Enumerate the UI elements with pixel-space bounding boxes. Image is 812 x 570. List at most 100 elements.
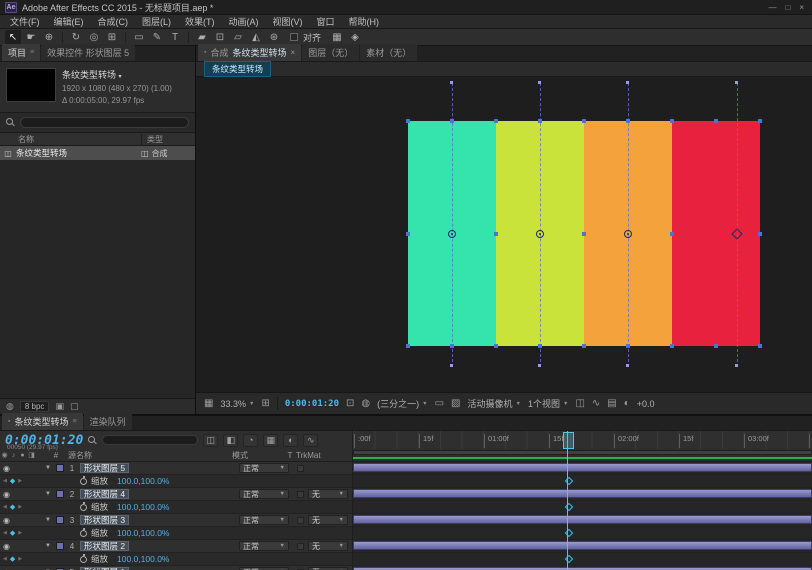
- prev-keyframe-arrow[interactable]: ◀: [3, 478, 7, 484]
- selection-handle[interactable]: [670, 231, 674, 236]
- layer-name[interactable]: 形状图层 2: [80, 541, 130, 551]
- mode-dropdown[interactable]: 正常▼: [239, 515, 289, 525]
- camera-view-dropdown[interactable]: 活动摄像机 ▼: [468, 397, 521, 410]
- exposure-value[interactable]: +0.0: [637, 399, 655, 409]
- viewer-timecode[interactable]: 0:00:01:20: [285, 399, 339, 409]
- mode-column-header[interactable]: 模式: [226, 450, 284, 461]
- twirl-icon[interactable]: ▼: [42, 488, 54, 500]
- tab-effect-controls[interactable]: 效果控件 形状图层 5: [41, 44, 136, 61]
- next-keyframe-arrow[interactable]: ▶: [18, 478, 22, 484]
- visibility-eye-icon[interactable]: ◉: [3, 490, 10, 499]
- preserve-transparency-checkbox[interactable]: [296, 490, 304, 498]
- trkmat-column-header[interactable]: TrkMat: [296, 451, 342, 460]
- property-value[interactable]: 100.0,100.0%: [117, 528, 169, 538]
- tab-close-icon[interactable]: ×: [291, 48, 296, 57]
- project-search-input[interactable]: [20, 117, 189, 128]
- selection-handle[interactable]: [758, 231, 762, 236]
- graph-editor-button[interactable]: ∿: [303, 433, 319, 447]
- comp-name[interactable]: 条纹类型转场 ▾: [62, 68, 172, 81]
- menu-view[interactable]: 视图(V): [266, 15, 310, 28]
- property-row[interactable]: ◀ ◆ ▶ 缩放 100.0,100.0%: [0, 501, 812, 514]
- selection-handle[interactable]: [758, 119, 762, 123]
- eraser-tool-icon[interactable]: ▱: [230, 30, 246, 44]
- selection-handle[interactable]: [582, 231, 586, 236]
- property-value[interactable]: 100.0,100.0%: [117, 476, 169, 486]
- preserve-transparency-checkbox[interactable]: [296, 542, 304, 550]
- twirl-icon[interactable]: ▼: [42, 462, 54, 474]
- source-name-column-header[interactable]: 源名称: [68, 450, 176, 461]
- prev-keyframe-arrow[interactable]: ◀: [3, 556, 7, 562]
- stopwatch-icon[interactable]: [80, 501, 87, 511]
- menu-help[interactable]: 帮助(H): [342, 15, 387, 28]
- layer-duration-bar[interactable]: [353, 515, 812, 524]
- zoom-tool-icon[interactable]: ⊕: [41, 30, 57, 44]
- visibility-eye-icon[interactable]: ◉: [3, 516, 10, 525]
- column-type[interactable]: 类型: [141, 133, 195, 145]
- exposure-icon[interactable]: ◐: [624, 398, 630, 409]
- minimize-button[interactable]: —: [768, 3, 776, 12]
- selection-tool-icon[interactable]: ↖: [5, 30, 21, 44]
- draft-3d-button[interactable]: ◧: [223, 433, 239, 447]
- selection-handle[interactable]: [670, 119, 674, 123]
- selection-handle[interactable]: [714, 344, 718, 348]
- layer-name[interactable]: 形状图层 5: [80, 463, 130, 473]
- layer-label-swatch[interactable]: [56, 464, 64, 472]
- close-button[interactable]: ×: [799, 3, 804, 12]
- project-item-row[interactable]: ◫ 条纹类型转场 ◫ 合成: [0, 146, 195, 160]
- next-keyframe-arrow[interactable]: ▶: [18, 504, 22, 510]
- menu-effect[interactable]: 效果(T): [178, 15, 222, 28]
- pen-tool-icon[interactable]: ✎: [149, 30, 165, 44]
- twirl-icon[interactable]: ▼: [42, 540, 54, 552]
- camera-tool-icon[interactable]: ◎: [86, 30, 102, 44]
- menu-window[interactable]: 窗口: [310, 15, 342, 28]
- stopwatch-icon[interactable]: [80, 553, 87, 563]
- selection-handle[interactable]: [494, 119, 498, 123]
- selection-handle[interactable]: [406, 119, 410, 123]
- brush-tool-icon[interactable]: ▰: [194, 30, 210, 44]
- panel-menu-icon[interactable]: ≡: [30, 49, 34, 56]
- trkmat-dropdown[interactable]: 无▼: [308, 541, 348, 551]
- grid-options-icon[interactable]: ▦: [204, 398, 213, 409]
- snapshot-icon[interactable]: ⊡: [346, 398, 354, 409]
- keyframe-nav-diamond[interactable]: ◆: [10, 477, 15, 485]
- selection-handle[interactable]: [494, 344, 498, 348]
- frame-blending-button[interactable]: ▦: [263, 433, 279, 447]
- layer-row[interactable]: ◉ ▼ 1 形状图层 5 正常 ▼: [0, 462, 812, 475]
- trash-icon[interactable]: ▢: [70, 401, 79, 412]
- shape-tool-icon[interactable]: ▭: [131, 30, 147, 44]
- panel-menu-icon[interactable]: ≡: [73, 418, 77, 425]
- layer-duration-bar[interactable]: [353, 463, 812, 472]
- property-row[interactable]: ◀ ◆ ▶ 缩放 100.0,100.0%: [0, 527, 812, 540]
- layer-row[interactable]: ◉ ▼ 4 形状图层 2 正常 ▼ 无 ▼: [0, 540, 812, 553]
- next-keyframe-arrow[interactable]: ▶: [18, 556, 22, 562]
- keyframe-nav-diamond[interactable]: ◆: [10, 555, 15, 563]
- mode-dropdown[interactable]: 正常▼: [239, 541, 289, 551]
- comp-shape-rect[interactable]: [672, 121, 760, 346]
- trkmat-dropdown[interactable]: 无▼: [308, 489, 348, 499]
- menu-animation[interactable]: 动画(A): [222, 15, 266, 28]
- rotation-tool-icon[interactable]: ↻: [68, 30, 84, 44]
- view-layout-dropdown[interactable]: 1个视图 ▼: [528, 397, 568, 410]
- pan-behind-tool-icon[interactable]: ⊞: [104, 30, 120, 44]
- visibility-eye-icon[interactable]: ◉: [3, 464, 10, 473]
- selection-handle[interactable]: [626, 344, 630, 348]
- tab-layer-viewer[interactable]: 图层（无）: [302, 44, 360, 61]
- work-area-bar[interactable]: [353, 450, 812, 455]
- visibility-eye-icon[interactable]: ◉: [3, 542, 10, 551]
- work-area-strip[interactable]: [352, 449, 812, 461]
- tab-composition[interactable]: ▪ 合成 条纹类型转场 ×: [198, 44, 302, 61]
- tab-footage-viewer[interactable]: 素材（无）: [360, 44, 418, 61]
- twirl-icon[interactable]: ▼: [42, 514, 54, 526]
- property-row[interactable]: ◀ ◆ ▶ 缩放 100.0,100.0%: [0, 553, 812, 566]
- transparency-grid-icon[interactable]: ▨: [451, 398, 460, 409]
- layer-duration-bar[interactable]: [353, 489, 812, 498]
- channels-icon[interactable]: ◍: [361, 398, 370, 409]
- motion-blur-button[interactable]: ◐: [283, 433, 299, 447]
- hide-shy-button[interactable]: ◔: [243, 433, 259, 447]
- puppet-tool-icon[interactable]: ⊛: [266, 30, 282, 44]
- property-value[interactable]: 100.0,100.0%: [117, 554, 169, 564]
- menu-layer[interactable]: 图层(L): [135, 15, 178, 28]
- selection-handle[interactable]: [538, 344, 542, 348]
- tab-timeline-comp[interactable]: ▪ 条纹类型转场 ≡: [2, 413, 83, 430]
- pixel-aspect-icon[interactable]: ◫: [575, 398, 584, 409]
